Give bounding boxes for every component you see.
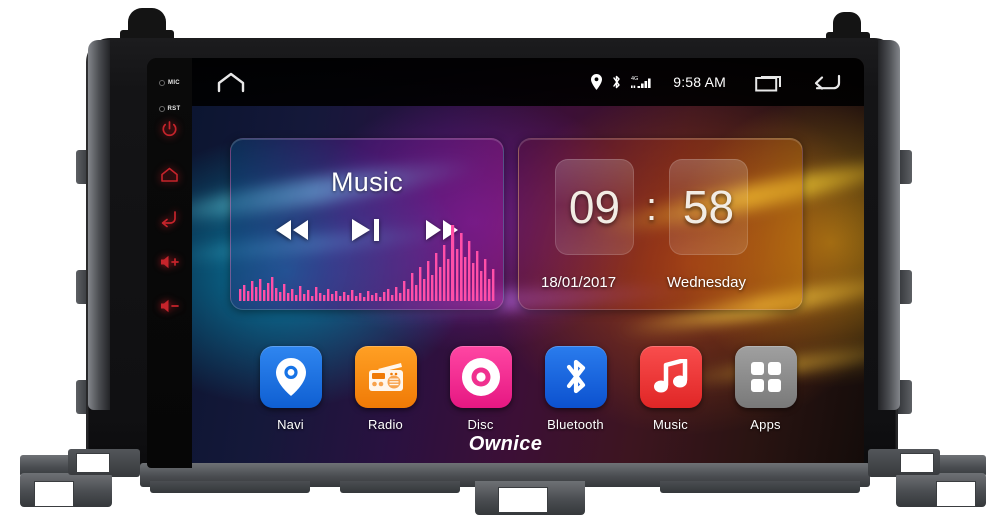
apps-grid-icon [750, 362, 781, 392]
screenshot-root: 4G 9:58 AM Music 09: 58 18/01/2017 Wedn… [0, 0, 1000, 522]
disc-icon [461, 358, 500, 396]
status-bar: 4G 9:58 AM [192, 58, 864, 106]
app-label: Bluetooth [547, 417, 604, 432]
home-button[interactable] [147, 167, 192, 183]
apps-icon-tile[interactable] [734, 346, 797, 408]
mic-pinhole: MIC [147, 74, 192, 92]
signal-4g-icon: 4G [631, 76, 651, 88]
app-label: Disc [467, 417, 494, 432]
back-icon [161, 211, 176, 228]
navi-icon-tile[interactable] [259, 346, 322, 408]
app-bluetooth[interactable]: Bluetooth [541, 346, 611, 432]
status-clock: 9:58 AM [673, 74, 726, 90]
touchscreen-display[interactable]: 4G 9:58 AM Music 09: 58 18/01/2017 Wedn… [147, 58, 864, 468]
music-icon-tile[interactable] [639, 346, 702, 408]
bezel-right [878, 40, 900, 410]
app-label: Radio [368, 417, 403, 432]
recents-icon[interactable] [755, 72, 785, 92]
app-label: Navi [277, 417, 304, 432]
bluetooth-icon-tile[interactable] [544, 346, 607, 408]
disc-icon-tile[interactable] [449, 346, 512, 408]
app-disc[interactable]: Disc [446, 346, 516, 432]
app-label: Music [653, 417, 688, 432]
clock-minutes: 58 [682, 180, 735, 233]
clock-separator: : [645, 184, 658, 229]
volume-down-icon [160, 299, 179, 313]
home-icon [217, 72, 245, 93]
volume-down-button[interactable] [147, 298, 192, 314]
bluetooth-icon [613, 75, 620, 89]
home-icon [161, 167, 178, 182]
back-button[interactable] [147, 210, 192, 228]
music-note-icon [653, 359, 687, 393]
location-pin-icon [591, 74, 603, 90]
bezel-left [88, 40, 110, 410]
music-widget-title: Music [330, 166, 403, 197]
mic-hole-icon [159, 79, 166, 86]
back-icon[interactable] [812, 72, 842, 92]
reset-pinhole[interactable]: RST [147, 100, 192, 118]
app-dock: Navi Radio Disc Bluetooth Music Apps [192, 346, 864, 446]
app-apps[interactable]: Apps [731, 346, 801, 432]
radio-icon [368, 363, 403, 391]
radio-icon-tile[interactable] [354, 346, 417, 408]
clock-widget[interactable]: 09 : 58 18/01/2017 Wednesday [518, 137, 803, 310]
app-navi[interactable]: Navi [256, 346, 326, 432]
app-label: Apps [750, 417, 781, 432]
status-home-button[interactable] [216, 71, 246, 93]
volume-up-button[interactable] [147, 254, 192, 270]
clock-hours: 09 [568, 180, 621, 233]
svg-text:4G: 4G [631, 76, 638, 82]
app-radio[interactable]: Radio [351, 346, 421, 432]
widget-row: Music 09: 58 18/01/2017 Wednesday [192, 106, 864, 341]
bezel-control-strip: MIC RST [147, 58, 192, 468]
clock-date: 18/01/2017 [541, 273, 617, 291]
app-music[interactable]: Music [636, 346, 706, 432]
audio-visualizer [239, 224, 495, 301]
clock-weekday: Wednesday [667, 273, 746, 291]
power-button[interactable] [147, 121, 192, 138]
music-widget[interactable]: Music [230, 137, 504, 310]
volume-up-icon [160, 255, 179, 269]
status-indicators: 4G 9:58 AM [591, 72, 864, 92]
navi-pin-icon [275, 358, 306, 396]
brand-logo: Ownice [468, 433, 543, 455]
reset-hole-icon[interactable] [158, 105, 165, 112]
bluetooth-icon [566, 359, 585, 394]
power-icon [162, 121, 177, 137]
